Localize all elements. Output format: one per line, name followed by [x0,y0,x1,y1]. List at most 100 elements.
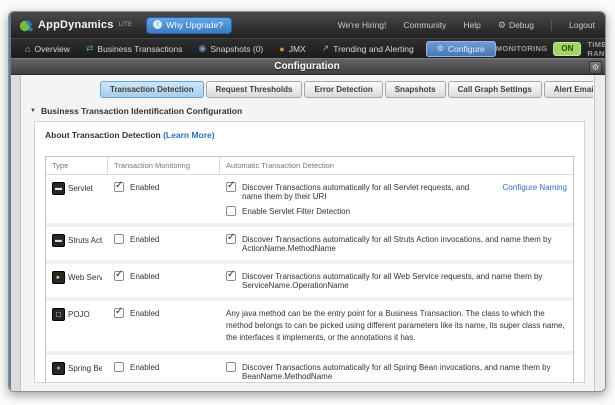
nav-label: Snapshots (0) [210,44,263,54]
nav-label: JMX [289,44,306,54]
upgrade-arrow-icon: ↑ [153,20,162,29]
pojo-icon [52,308,65,321]
detection-text: Enable Servlet Filter Detection [242,207,350,216]
page-title: Configuration [274,61,340,72]
nav-business-transactions[interactable]: ⇄ Business Transactions [78,41,191,56]
table-row: Web Serv Enabled Discover Transactions a… [46,260,573,297]
tab-transaction-detection[interactable]: Transaction Detection [100,81,204,98]
enabled-checkbox[interactable] [114,271,124,281]
tab-alert-email-config[interactable]: Alert Email Config. [544,81,593,98]
brand-edition: LITE [119,21,133,28]
enabled-checkbox[interactable] [114,308,124,318]
enabled-label: Enabled [130,272,159,281]
nav-jmx[interactable]: ● JMX [271,42,313,56]
scrollbar[interactable] [594,75,605,391]
divider [551,20,552,31]
type-label: Spring Be [68,364,102,373]
section-heading[interactable]: ▼ Business Transaction Identification Co… [30,106,587,116]
why-upgrade-label: Why Upgrade? [166,20,223,30]
servlet-filter-checkbox[interactable] [226,206,236,216]
link-debug[interactable]: ⚙Debug [498,20,534,31]
table-header: Type Transaction Monitoring Automatic Tr… [46,157,573,174]
nav-bar: ⌂ Overview ⇄ Business Transactions ◉ Sna… [9,38,605,58]
appdynamics-logo[interactable]: AppDynamics LITE [19,18,132,33]
table-row: Struts Acti Enabled Discover Transaction… [46,223,573,260]
struts-icon [52,234,65,247]
collapse-triangle-icon: ▼ [30,108,36,114]
time-range-label: TIME RANGE [587,40,606,58]
enabled-checkbox[interactable] [114,182,124,192]
configure-label: Configure [448,44,485,54]
detection-text: Discover Transactions automatically for … [242,363,567,381]
business-transactions-icon: ⇄ [86,43,94,54]
snapshots-icon: ◉ [198,43,206,54]
col-type: Type [46,157,108,174]
detection-text: Discover Transactions automatically for … [242,183,487,201]
configuration-titlebar: Configuration ⚙ [9,58,605,75]
about-line: About Transaction Detection (Learn More) [45,130,574,140]
nav-trending-alerting[interactable]: ↗ Trending and Alerting [314,41,422,56]
detection-text: Discover Transactions automatically for … [242,272,567,290]
nav-label: Trending and Alerting [333,44,414,54]
detection-table: Type Transaction Monitoring Automatic Tr… [45,156,574,383]
enabled-label: Enabled [130,363,159,372]
enabled-checkbox[interactable] [114,362,124,372]
overview-icon: ⌂ [25,44,30,54]
link-logout[interactable]: Logout [569,20,595,30]
about-label: About Transaction Detection [45,130,161,140]
config-panel: About Transaction Detection (Learn More)… [34,121,585,383]
settings-gear-button[interactable]: ⚙ [589,61,602,74]
configure-gear-icon: ⚙ [437,44,444,53]
enabled-checkbox[interactable] [114,234,124,244]
tab-request-thresholds[interactable]: Request Thresholds [206,81,303,98]
link-community[interactable]: Community [403,20,446,30]
web-service-icon [52,271,65,284]
content-inner: Transaction Detection Request Thresholds… [22,75,593,391]
table-row: POJO Enabled Any java method can be the … [46,297,573,351]
monitoring-label: MONITORING [496,44,548,53]
enabled-label: Enabled [130,309,159,318]
top-links: We're Hiring! Community Help ⚙Debug Logo… [338,20,595,31]
tab-bar: Transaction Detection Request Thresholds… [100,81,587,98]
detection-checkbox[interactable] [226,182,236,192]
monitoring-on-badge[interactable]: ON [553,42,581,56]
nav-overview[interactable]: ⌂ Overview [17,42,78,56]
debug-label: Debug [509,20,534,30]
app-window: AppDynamics LITE ↑ Why Upgrade? We're Hi… [8,11,606,392]
tab-error-detection[interactable]: Error Detection [304,81,382,98]
appdynamics-logo-icon [19,18,34,33]
enabled-label: Enabled [130,183,159,192]
detection-text: Discover Transactions automatically for … [242,235,567,253]
nav-snapshots[interactable]: ◉ Snapshots (0) [190,41,271,56]
type-label: Struts Acti [68,236,102,245]
trending-icon: ↗ [322,43,330,54]
gear-icon: ⚙ [498,20,506,31]
detection-checkbox[interactable] [226,234,236,244]
nav-label: Business Transactions [97,44,182,54]
why-upgrade-button[interactable]: ↑ Why Upgrade? [146,17,232,34]
table-row: Spring Be Enabled Discover Transactions … [46,351,573,383]
content-area: Transaction Detection Request Thresholds… [9,75,605,391]
detection-checkbox[interactable] [226,271,236,281]
left-gutter [11,75,21,391]
jmx-icon: ● [279,44,284,54]
brand-name: AppDynamics [38,19,114,31]
link-help[interactable]: Help [463,20,480,30]
table-row: Servlet Enabled Discover Transactions au… [46,174,573,223]
configure-naming-link[interactable]: Configure Naming [503,183,567,192]
nav-label: Overview [34,44,69,54]
learn-more-link[interactable]: (Learn More) [163,130,214,140]
type-label: Servlet [68,184,93,193]
servlet-icon [52,182,65,195]
type-label: Web Serv [68,273,102,282]
tab-call-graph-settings[interactable]: Call Graph Settings [448,81,542,98]
nav-configure-button[interactable]: ⚙ Configure [426,41,496,57]
tab-snapshots[interactable]: Snapshots [385,81,446,98]
section-heading-label: Business Transaction Identification Conf… [41,106,242,116]
col-transaction-monitoring: Transaction Monitoring [108,157,220,174]
enabled-label: Enabled [130,235,159,244]
detection-checkbox[interactable] [226,362,236,372]
link-were-hiring[interactable]: We're Hiring! [338,20,387,30]
type-label: POJO [68,310,90,319]
spring-bean-icon [52,362,65,375]
